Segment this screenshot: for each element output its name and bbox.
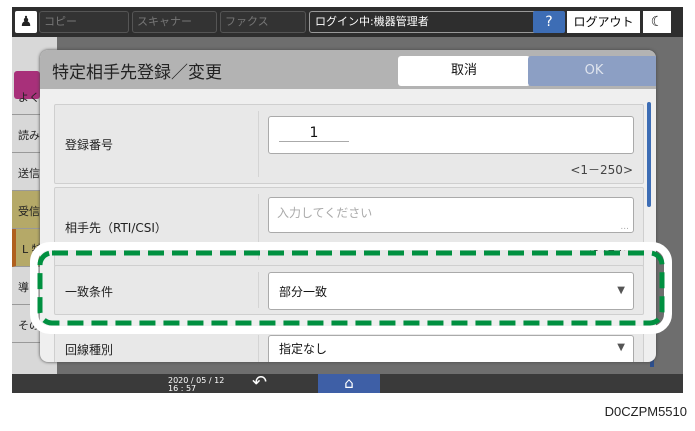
dialog-header: 特定相手先登録／変更 取消 OK [40,50,656,89]
divider [258,111,259,177]
number-value: 1 [279,125,349,142]
cancel-button[interactable]: 取消 [398,56,530,86]
tab-fax[interactable]: ファクス [220,11,306,33]
dialog-title: 特定相手先登録／変更 [52,63,222,83]
dashed-highlight [37,250,665,326]
help-button[interactable]: ? [533,11,565,33]
tab-scanner[interactable]: スキャナー [132,11,217,33]
row-label: 相手先（RTI/CSI） [65,221,167,235]
registration-number-input[interactable]: 1 [268,116,634,154]
dialog-scrollbar[interactable] [647,102,651,207]
date-time: 2020 / 05 / 12 16 : 57 [168,377,224,393]
home-icon: ⌂ [344,374,354,392]
login-status[interactable]: ログイン中:機器管理者 [309,11,541,33]
logout-button[interactable]: ログアウト [567,11,640,33]
highlight-frame [30,242,672,334]
ok-button[interactable]: OK [528,56,656,86]
line-type-select[interactable]: 指定なし ▼ [268,335,634,362]
divider [258,335,259,362]
row-label: 登録番号 [65,138,114,152]
row-registration-number: 登録番号 1 <1－250> [54,104,644,184]
placeholder: 入力してください [277,206,373,220]
user-icon[interactable]: ♟ [15,11,37,33]
moon-icon[interactable]: ☾ [643,11,671,33]
range-counter: <1－250> [570,163,633,177]
tab-copy[interactable]: コピー [39,11,129,33]
time: 16 : 57 [168,384,197,393]
home-button[interactable]: ⌂ [318,374,380,393]
back-icon[interactable]: ↶ [252,372,267,393]
figure-id: D0CZPM5510 [604,404,687,419]
selected-value: 指定なし [279,342,328,356]
sender-input[interactable]: 入力してください ... [268,197,634,233]
dropdown-arrow-icon: ▼ [617,342,625,353]
top-bar: ♟ コピー スキャナー ファクス ログイン中:機器管理者 ? ログアウト ☾ [12,7,683,37]
row-label: 回線種別 [65,343,114,357]
more-icon: ... [620,222,629,232]
